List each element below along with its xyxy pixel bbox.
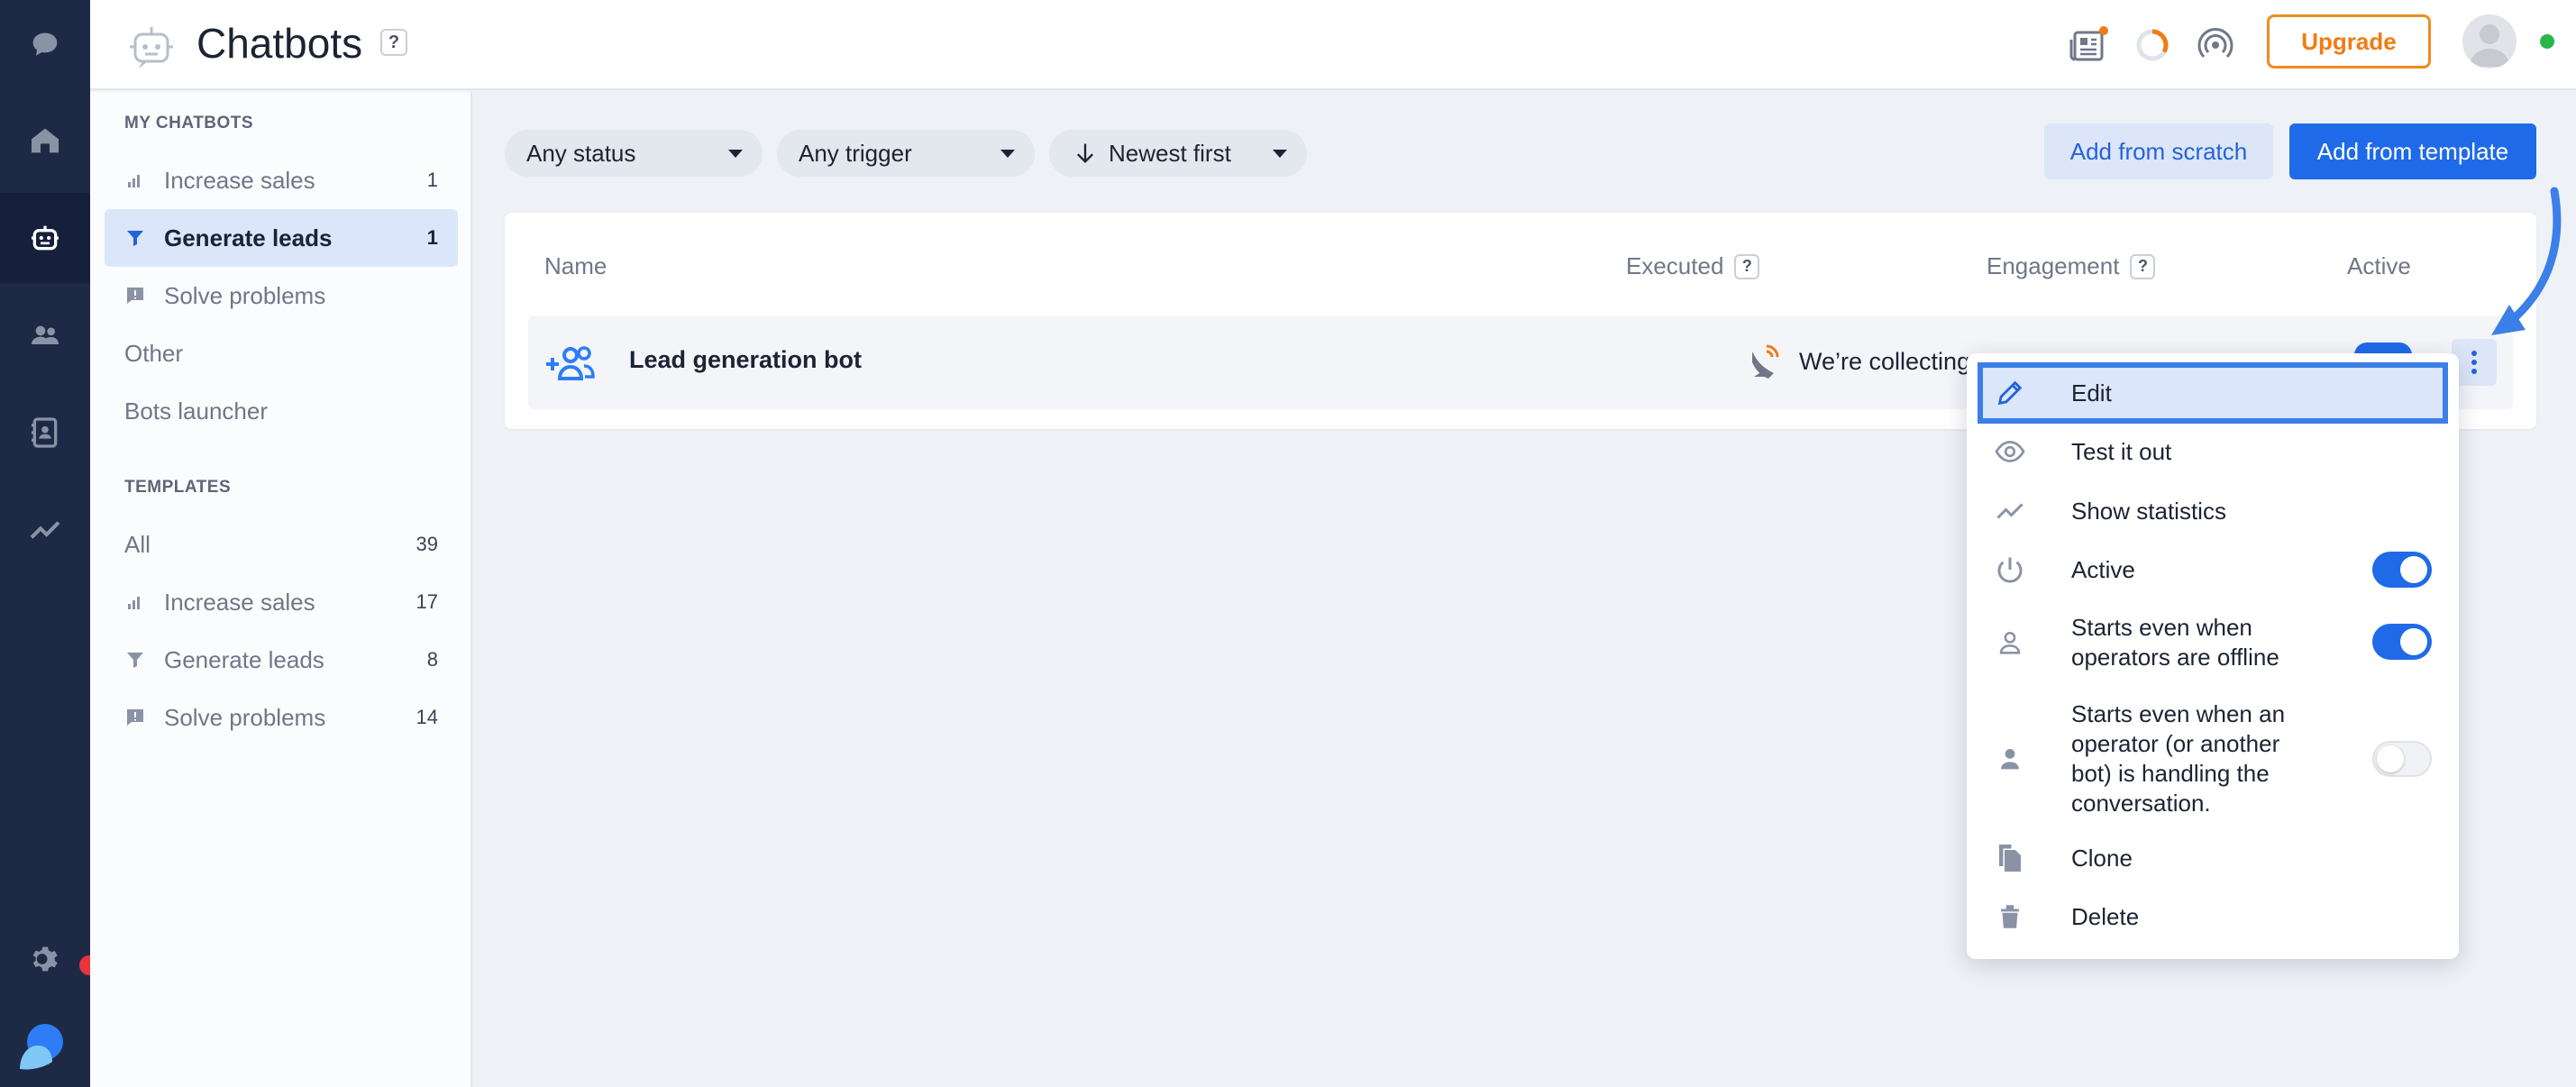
person-icon — [1992, 741, 2028, 777]
trash-icon — [1992, 899, 2028, 935]
caret-down-icon — [728, 150, 743, 158]
funnel-icon — [124, 227, 146, 249]
avatar[interactable] — [2462, 14, 2517, 69]
menu-item-clone[interactable]: Clone — [1992, 840, 2443, 876]
trend-line-icon — [30, 521, 60, 539]
template-item-all[interactable]: All 39 — [105, 516, 458, 573]
online-status-dot — [2540, 34, 2554, 49]
template-item-increase-sales[interactable]: Increase sales 17 — [105, 573, 458, 631]
my-chatbots-heading: MY CHATBOTS — [124, 114, 254, 132]
template-item-solve-problems[interactable]: Solve problems 14 — [105, 689, 458, 746]
rail-settings[interactable] — [0, 914, 90, 1004]
bot-options-menu: Edit Test it out Show statistics Active … — [1967, 353, 2459, 959]
pointer-arrow-icon — [2491, 187, 2562, 335]
column-header-name[interactable]: Name — [544, 252, 607, 280]
broadcast-icon[interactable] — [2192, 22, 2239, 69]
satellite-dish-icon — [1752, 344, 1779, 379]
status-filter-dropdown[interactable]: Any status — [505, 130, 763, 177]
top-bar: Chatbots ? Upgrade — [90, 0, 2576, 90]
progress-ring-icon[interactable] — [2129, 22, 2176, 69]
alert-bubble-icon — [124, 707, 146, 728]
kebab-dot — [2471, 360, 2477, 365]
rail-chatbots[interactable] — [0, 193, 90, 283]
power-icon — [1992, 552, 2028, 588]
newspaper-icon[interactable] — [2066, 22, 2113, 69]
toggle-knob — [2377, 745, 2404, 772]
kebab-dot — [2471, 369, 2477, 374]
home-icon — [32, 128, 59, 153]
sidebar-item-other[interactable]: Other — [105, 324, 458, 382]
trend-line-icon — [1992, 493, 2028, 529]
templates-heading: TEMPLATES — [124, 478, 232, 497]
help-badge[interactable]: ? — [1734, 253, 1760, 279]
rail-analytics[interactable] — [0, 485, 90, 575]
app-logo-icon — [20, 1024, 63, 1070]
chatbot-icon — [32, 225, 59, 251]
column-header-active: Active — [2347, 252, 2411, 279]
menu-item-show-statistics[interactable]: Show statistics — [1992, 493, 2443, 529]
address-book-icon — [32, 417, 58, 448]
toggle-knob — [2400, 628, 2427, 655]
help-badge[interactable]: ? — [2130, 253, 2156, 279]
column-header-executed[interactable]: Executed ? — [1626, 252, 1760, 280]
rail-contacts[interactable] — [0, 290, 90, 380]
add-from-template-button[interactable]: Add from template — [2289, 123, 2536, 179]
toggle-knob — [2400, 556, 2427, 583]
user-icon — [2470, 24, 2509, 67]
add-group-icon — [546, 346, 595, 380]
bot-name[interactable]: Lead generation bot — [629, 346, 862, 374]
funnel-icon — [124, 649, 146, 671]
arrow-down-icon — [1077, 143, 1093, 163]
caret-down-icon — [1273, 150, 1287, 158]
left-rail — [0, 0, 99, 1087]
rail-knowledge[interactable] — [0, 388, 90, 478]
chart-hand-icon — [124, 169, 146, 191]
add-from-scratch-button[interactable]: Add from scratch — [2044, 123, 2273, 179]
active-toggle-switch[interactable] — [2372, 552, 2432, 588]
kebab-dot — [2471, 351, 2477, 356]
sidebar-item-generate-leads[interactable]: Generate leads 1 — [105, 209, 458, 267]
page-title: Chatbots — [196, 20, 363, 67]
starts-offline-toggle[interactable] — [2372, 624, 2432, 660]
gear-icon — [32, 946, 58, 972]
chatbot-header-icon — [130, 27, 173, 69]
sidebar-item-solve-problems[interactable]: Solve problems — [105, 267, 458, 324]
starts-when-handled-toggle[interactable] — [2372, 741, 2432, 777]
people-icon — [32, 325, 59, 344]
menu-item-edit[interactable]: Edit — [1992, 375, 2443, 411]
menu-item-delete[interactable]: Delete — [1992, 899, 2443, 935]
column-header-engagement[interactable]: Engagement ? — [1987, 252, 2156, 280]
person-outline-icon — [1992, 625, 2028, 661]
rail-home[interactable] — [0, 96, 90, 186]
caret-down-icon — [1000, 150, 1015, 158]
menu-item-test-it-out[interactable]: Test it out — [1992, 434, 2443, 470]
executed-status-text: We’re collecting data — [1799, 348, 1976, 375]
eye-icon — [1992, 434, 2028, 470]
template-item-generate-leads[interactable]: Generate leads 8 — [105, 631, 458, 689]
chatbots-sidebar: MY CHATBOTS Increase sales 1 Generate le… — [90, 92, 472, 1087]
alert-bubble-icon — [124, 285, 146, 306]
sort-dropdown[interactable]: Newest first — [1049, 130, 1307, 177]
copy-icon — [1992, 840, 2028, 876]
sidebar-item-increase-sales[interactable]: Increase sales 1 — [105, 151, 458, 209]
rail-chats[interactable] — [0, 0, 90, 90]
chart-hand-icon — [124, 591, 146, 613]
pencil-icon — [1992, 375, 2028, 411]
help-badge[interactable]: ? — [380, 29, 407, 56]
sidebar-item-bots-launcher[interactable]: Bots launcher — [105, 382, 458, 440]
upgrade-button[interactable]: Upgrade — [2267, 14, 2431, 69]
chat-bubble-icon — [32, 32, 58, 56]
trigger-filter-dropdown[interactable]: Any trigger — [777, 130, 1035, 177]
